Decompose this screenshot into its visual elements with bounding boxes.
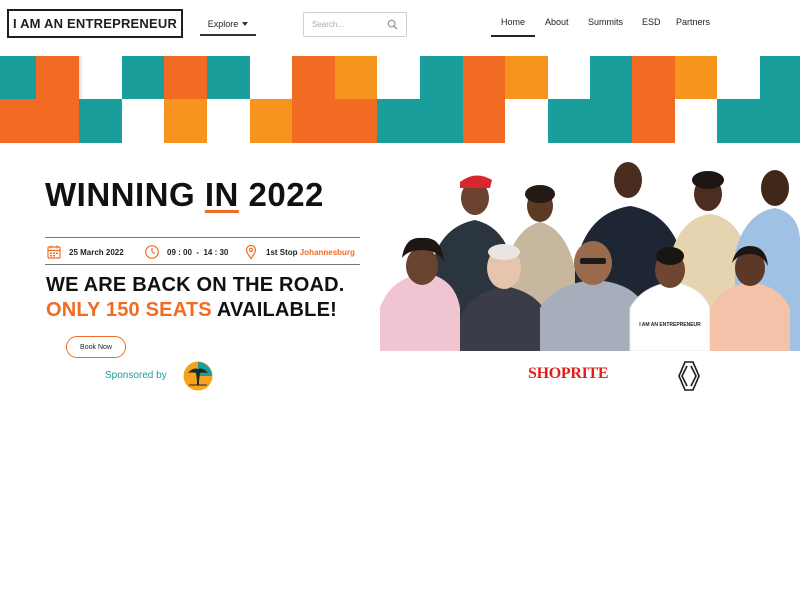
- mosaic-tile: [420, 56, 463, 143]
- mosaic-tile: [505, 56, 548, 99]
- mosaic-tile: [335, 56, 377, 99]
- explore-dropdown[interactable]: Explore: [200, 14, 256, 36]
- hero-title: WINNING IN 2022: [45, 176, 324, 214]
- seats-rest: AVAILABLE!: [211, 299, 337, 321]
- mosaic-tile: [632, 56, 675, 143]
- mosaic-tile: [207, 56, 250, 99]
- calendar-icon: [47, 245, 61, 259]
- nav-about[interactable]: About: [545, 17, 569, 33]
- event-stop-prefix: 1st Stop: [266, 247, 298, 257]
- mosaic-tile: [377, 99, 420, 143]
- nav-partners[interactable]: Partners: [676, 17, 710, 33]
- event-time-text: 09 : 00 - 14 : 30: [167, 247, 229, 257]
- clock-icon: [145, 245, 159, 259]
- hero-title-in: IN: [204, 176, 239, 213]
- nav-summits[interactable]: Summits: [588, 17, 623, 33]
- group-photo: I AM AN ENTREPRENEUR: [380, 158, 800, 351]
- fnb-tree-logo[interactable]: [183, 361, 213, 391]
- shoprite-logo[interactable]: SHOPRITE: [528, 365, 609, 383]
- mosaic-banner: [0, 56, 800, 143]
- location-pin-icon: [245, 244, 257, 260]
- mosaic-tile: [548, 99, 590, 143]
- headline-line2: ONLY 150 SEATS AVAILABLE!: [46, 299, 337, 322]
- caret-down-icon: [242, 22, 249, 26]
- mosaic-tile: [0, 99, 36, 143]
- renault-logo[interactable]: [677, 360, 701, 392]
- hero-title-post: 2022: [238, 176, 324, 213]
- mosaic-tile: [250, 99, 292, 143]
- mosaic-tile: [0, 56, 36, 99]
- event-date-text: 25 March 2022: [69, 247, 124, 257]
- shirt-text: I AM AN ENTREPRENEUR: [639, 322, 701, 328]
- mosaic-tile: [292, 56, 335, 143]
- event-date: 25 March 2022: [46, 244, 124, 260]
- mosaic-tile: [164, 56, 207, 99]
- search-input[interactable]: [304, 13, 384, 36]
- nav-home[interactable]: Home: [490, 17, 536, 37]
- event-time: 09 : 00 - 14 : 30: [144, 244, 228, 260]
- mosaic-tile: [717, 99, 760, 143]
- book-now-button[interactable]: Book Now: [66, 336, 126, 358]
- divider-bottom: [45, 264, 360, 265]
- event-location: 1st Stop Johannesburg: [243, 244, 355, 260]
- site-logo[interactable]: I AM AN ENTREPRENEUR: [7, 9, 183, 38]
- mosaic-tile: [590, 56, 632, 143]
- mosaic-tile: [164, 99, 207, 143]
- search-icon[interactable]: [387, 19, 398, 30]
- explore-label: Explore: [207, 19, 239, 29]
- mosaic-tile: [79, 99, 122, 143]
- nav-esd[interactable]: ESD: [642, 17, 661, 33]
- headline-line1: WE ARE BACK ON THE ROAD.: [46, 274, 345, 296]
- mosaic-tile: [335, 99, 377, 143]
- site-header: I AM AN ENTREPRENEUR Explore Home About …: [0, 0, 800, 50]
- search-box: [303, 12, 407, 37]
- divider-top: [45, 237, 360, 238]
- event-stop-city: Johannesburg: [299, 247, 355, 257]
- mosaic-tile: [36, 56, 79, 143]
- mosaic-tile: [463, 56, 505, 143]
- sponsored-by-label: Sponsored by: [105, 370, 167, 381]
- mosaic-tile: [122, 56, 164, 99]
- seats-highlight: ONLY 150 SEATS: [46, 299, 212, 321]
- hero-title-pre: WINNING: [45, 176, 205, 213]
- mosaic-tile: [760, 56, 800, 143]
- mosaic-tile: [675, 56, 717, 99]
- hero-photo: I AM AN ENTREPRENEUR: [380, 158, 800, 351]
